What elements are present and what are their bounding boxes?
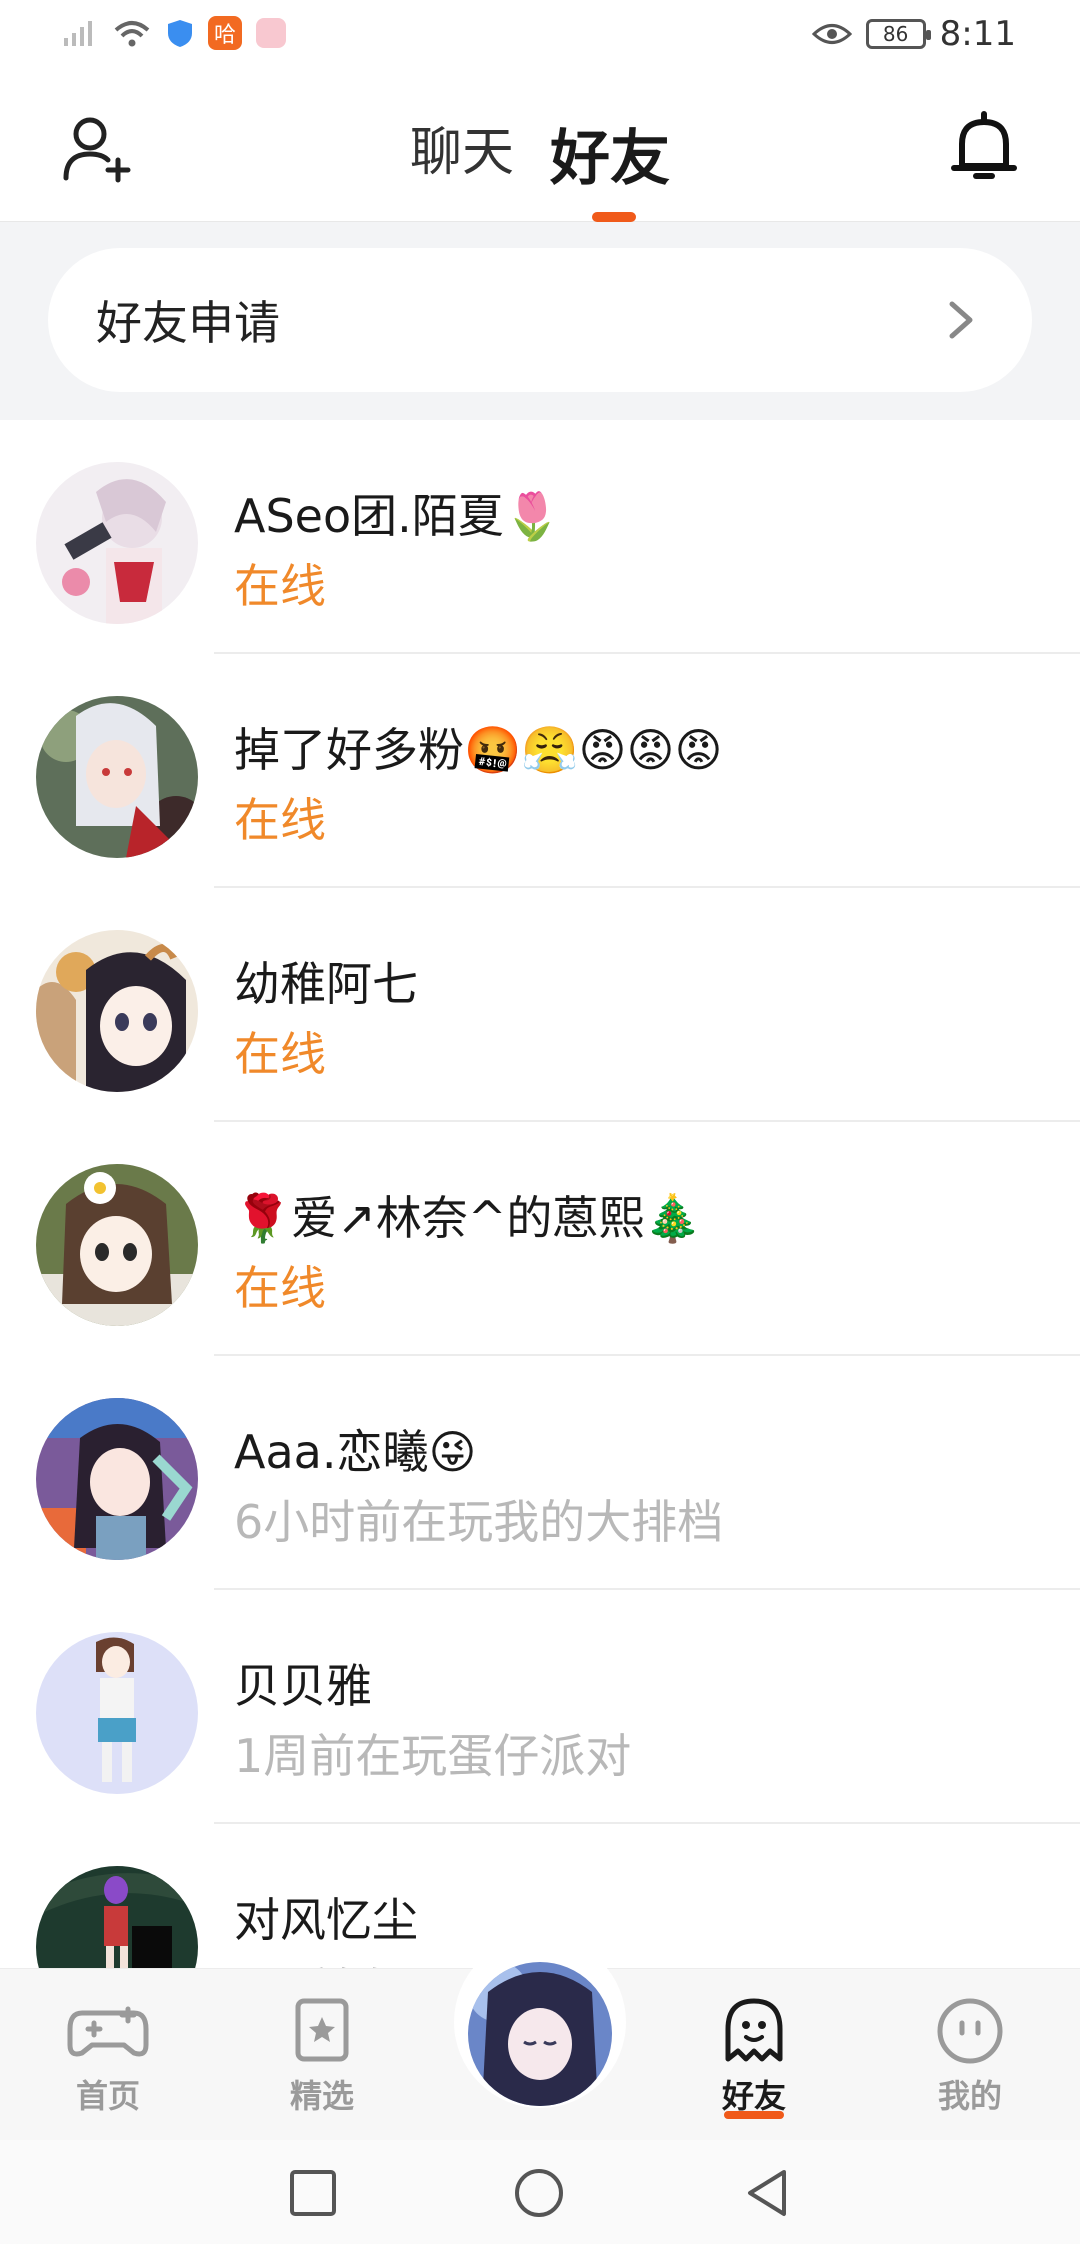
friend-request-section: 好友申请 (0, 222, 1080, 420)
status-bar: 哈 86 8:11 (0, 0, 1080, 72)
friend-row[interactable]: 🌹爱↗林奈^的蒽熙🎄 在线 (0, 1122, 1080, 1356)
clock: 8:11 (939, 14, 1016, 54)
friend-row[interactable]: Aaa.恋曦😜 6小时前在玩我的大排档 (0, 1356, 1080, 1590)
friend-name: 对风忆尘 (234, 1893, 418, 1947)
friend-row[interactable]: 掉了好多粉🤬😤😡😡😡 在线 (0, 654, 1080, 888)
friend-status: 在线 (234, 1261, 326, 1315)
app-notification-icon: 哈 (208, 16, 242, 50)
status-icons-right: 86 8:11 (811, 14, 1016, 54)
status-icons-left: 哈 (62, 16, 286, 50)
nav-friends[interactable]: 好友 (684, 1995, 824, 2119)
friend-status: 6小时前在玩我的大排档 (234, 1495, 724, 1549)
app-notification-icon-2 (256, 18, 286, 48)
ghost-icon (725, 1998, 783, 2062)
battery-indicator: 86 (865, 19, 931, 49)
shield-icon (168, 20, 192, 47)
nav-active-indicator (724, 2111, 784, 2119)
nav-profile-label: 我的 (937, 2077, 1002, 2115)
wifi-icon (114, 21, 150, 47)
friend-name: 贝贝雅 (234, 1659, 372, 1713)
friend-name: ASeo团.陌夏🌷 (234, 489, 562, 543)
bell-icon[interactable] (948, 110, 1020, 184)
friend-row[interactable]: 幼稚阿七 在线 (0, 888, 1080, 1122)
tab-friends[interactable]: 好友 (550, 110, 670, 197)
bookmark-star-icon (295, 1998, 349, 2062)
nav-home[interactable]: 首页 (38, 1995, 178, 2117)
avatar[interactable] (36, 1164, 198, 1326)
nav-home-label: 首页 (75, 2077, 140, 2115)
friend-status: 1周前在玩蛋仔派对 (234, 1729, 632, 1783)
avatar[interactable] (36, 696, 198, 858)
tab-chat[interactable]: 聊天 (410, 110, 514, 197)
friend-row[interactable]: ASeo团.陌夏🌷 在线 (0, 420, 1080, 654)
friend-name: Aaa.恋曦😜 (234, 1425, 477, 1479)
recent-apps-icon[interactable] (286, 2166, 340, 2220)
friend-status: 在线 (234, 793, 326, 847)
friend-name: 掉了好多粉🤬😤😡😡😡 (234, 723, 723, 777)
smiley-face-icon (937, 1998, 1003, 2064)
nav-profile[interactable]: 我的 (900, 1995, 1040, 2117)
avatar[interactable] (36, 1632, 198, 1794)
center-avatar-button[interactable] (468, 1962, 612, 2106)
avatar[interactable] (36, 1398, 198, 1560)
top-nav: 聊天 好友 (0, 72, 1080, 222)
friend-request-label: 好友申请 (96, 296, 280, 350)
friend-list: ASeo团.陌夏🌷 在线 掉了好多粉🤬😤😡😡😡 在线 幼稚阿七 在线 🌹爱↗林奈… (0, 420, 1080, 2058)
active-tab-indicator (592, 212, 636, 222)
nav-featured-label: 精选 (289, 2077, 354, 2115)
signal-icon (64, 21, 92, 46)
chevron-right-icon (949, 301, 973, 339)
friend-status: 在线 (234, 1027, 326, 1081)
home-icon[interactable] (512, 2166, 566, 2220)
eye-icon (811, 24, 852, 44)
avatar[interactable] (36, 462, 198, 624)
nav-featured[interactable]: 精选 (252, 1995, 392, 2117)
avatar[interactable] (36, 930, 198, 1092)
friend-row[interactable]: 贝贝雅 1周前在玩蛋仔派对 (0, 1590, 1080, 1824)
gamepad-icon (67, 2006, 149, 2057)
back-icon[interactable] (740, 2166, 794, 2220)
friend-status: 在线 (234, 559, 326, 613)
friend-request-button[interactable]: 好友申请 (48, 248, 1032, 392)
friend-name: 🌹爱↗林奈^的蒽熙🎄 (234, 1191, 702, 1245)
system-nav-bar (0, 2140, 1080, 2244)
header-tabs: 聊天 好友 (0, 110, 1080, 197)
friend-name: 幼稚阿七 (234, 957, 418, 1011)
